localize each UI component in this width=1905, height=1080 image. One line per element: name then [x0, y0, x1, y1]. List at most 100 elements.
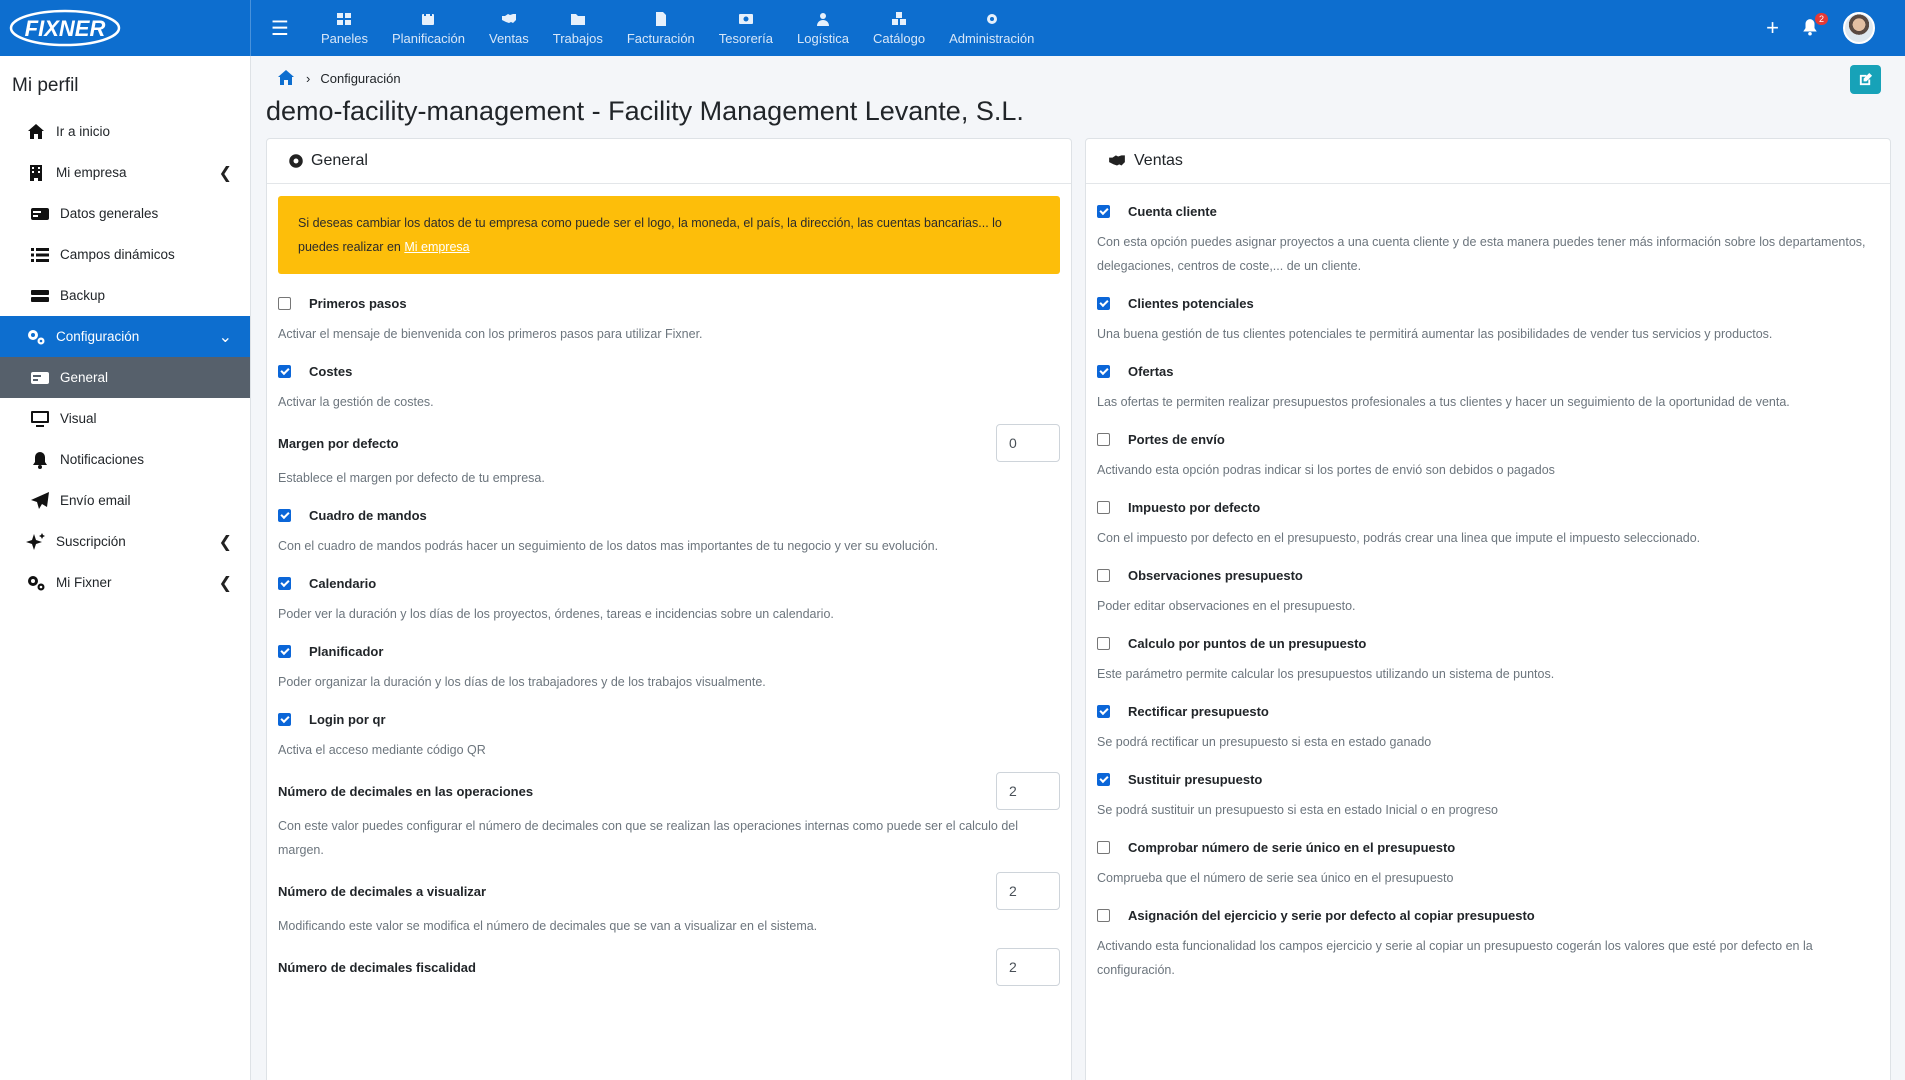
monitor-icon [31, 410, 49, 427]
general-card: General Si deseas cambiar los datos de t… [266, 138, 1072, 1080]
breadcrumb-current: Configuración [320, 70, 401, 86]
sidebar-item-backup[interactable]: Backup [0, 275, 250, 316]
option-label: Número de decimales fiscalidad [278, 959, 476, 975]
primeros-pasos-checkbox[interactable] [278, 296, 291, 310]
sustituir-presupuesto-checkbox[interactable] [1097, 772, 1110, 786]
option-label: Número de decimales a visualizar [278, 883, 487, 899]
nav-facturacion[interactable]: Facturación [615, 0, 707, 56]
breadcrumb: › Configuración [276, 68, 401, 88]
option-description: Se podrá rectificar un presupuesto si es… [1097, 735, 1432, 749]
mi-empresa-link[interactable]: Mi empresa [404, 240, 469, 254]
general-card-header: General [267, 139, 1071, 184]
sidebar-item-notificaciones[interactable]: Notificaciones [0, 439, 250, 480]
sidebar-title: Mi perfil [12, 75, 79, 96]
edit-button[interactable] [1850, 65, 1881, 94]
sidebar-item-label: Campos dinámicos [60, 247, 175, 262]
sidebar-item-envio-email[interactable]: Envío email [0, 480, 250, 521]
sidebar-item-visual[interactable]: Visual [0, 398, 250, 439]
user-avatar[interactable] [1843, 12, 1875, 44]
cuenta-cliente-checkbox[interactable] [1097, 204, 1110, 218]
sidebar-item-campos-dinamicos[interactable]: Campos dinámicos [0, 234, 250, 275]
home-icon[interactable] [276, 68, 296, 88]
option-description: Modificando este valor se modifica el nú… [278, 919, 818, 933]
fixner-logo: FIXNER [9, 9, 121, 47]
cuadro-mandos-checkbox[interactable] [278, 508, 291, 522]
breadcrumb-separator: › [306, 70, 311, 86]
asignacion-ejercicio-serie-checkbox[interactable] [1097, 908, 1110, 922]
sidebar-item-mi-fixner[interactable]: Mi Fixner ❮ [0, 562, 250, 603]
option-description: Poder organizar la duración y los días d… [278, 675, 766, 689]
company-info-alert: Si deseas cambiar los datos de tu empres… [278, 196, 1060, 274]
observaciones-presupuesto-checkbox[interactable] [1097, 568, 1110, 582]
sidebar-item-configuracion[interactable]: Configuración ⌄ [0, 316, 250, 357]
ventas-card-body: Cuenta cliente Con esta opción puedes as… [1086, 184, 1890, 982]
clientes-potenciales-checkbox[interactable] [1097, 296, 1110, 310]
nav-catalogo[interactable]: Catálogo [861, 0, 937, 56]
building-icon [30, 164, 42, 181]
option-description: Con el impuesto por defecto en el presup… [1097, 531, 1701, 545]
top-actions: + 2 [1766, 0, 1905, 56]
calendario-checkbox[interactable] [278, 576, 291, 590]
costes-checkbox[interactable] [278, 364, 291, 378]
nav-ventas[interactable]: Ventas [477, 0, 541, 56]
edit-icon [1859, 72, 1873, 86]
option-label: Calculo por puntos de un presupuesto [1128, 635, 1367, 651]
option-row: Clientes potenciales [1097, 288, 1879, 318]
option-label: Comprobar número de serie único en el pr… [1128, 839, 1456, 855]
option-row: Comprobar número de serie único en el pr… [1097, 832, 1879, 862]
add-button[interactable]: + [1766, 15, 1779, 41]
option-row: Rectificar presupuesto [1097, 696, 1879, 726]
option-description: Comprueba que el número de serie sea úni… [1097, 871, 1454, 885]
margen-defecto-input[interactable] [996, 424, 1060, 462]
sidebar-item-suscripcion[interactable]: Suscripción ❮ [0, 521, 250, 562]
calendar-icon [422, 11, 435, 25]
option-description: Con esta opción puedes asignar proyectos… [1097, 235, 1866, 273]
sidebar: Mi perfil Ir a inicio Mi empresa ❮ Datos… [0, 56, 251, 1080]
ofertas-checkbox[interactable] [1097, 364, 1110, 378]
sidebar-item-label: Mi empresa [56, 165, 127, 180]
decimales-visualizar-input[interactable] [996, 872, 1060, 910]
notifications-button[interactable]: 2 [1801, 13, 1828, 38]
sidebar-item-home[interactable]: Ir a inicio [0, 111, 250, 152]
option-label: Portes de envío [1128, 431, 1225, 447]
gear-icon [289, 154, 303, 168]
menu-toggle-icon[interactable]: ☰ [251, 0, 309, 56]
sidebar-item-mi-empresa[interactable]: Mi empresa ❮ [0, 152, 250, 193]
calculo-puntos-checkbox[interactable] [1097, 636, 1110, 650]
option-label: Login por qr [309, 711, 386, 727]
option-row: Asignación del ejercicio y serie por def… [1097, 900, 1879, 930]
sidebar-item-label: General [60, 370, 109, 385]
nav-planificacion[interactable]: Planificación [380, 0, 477, 56]
nav-label: Paneles [321, 30, 368, 46]
nav-trabajos[interactable]: Trabajos [541, 0, 615, 56]
planificador-checkbox[interactable] [278, 644, 291, 658]
option-label: Costes [309, 363, 353, 379]
option-description: Poder editar observaciones en el presupu… [1097, 599, 1356, 613]
nav-label: Catálogo [873, 30, 926, 46]
option-row: Cuenta cliente [1097, 196, 1879, 226]
ventas-card: Ventas Cuenta cliente Con esta opción pu… [1085, 138, 1891, 1080]
option-description: Activar la gestión de costes. [278, 395, 434, 409]
nav-administracion[interactable]: Administración [937, 0, 1046, 56]
nav-logistica[interactable]: Logística [785, 0, 861, 56]
decimales-operaciones-input[interactable] [996, 772, 1060, 810]
option-description: Poder ver la duración y los días de los … [278, 607, 834, 621]
nav-label: Planificación [391, 30, 465, 46]
nav-paneles[interactable]: Paneles [309, 0, 380, 56]
sidebar-item-general[interactable]: General [0, 357, 250, 398]
brand[interactable]: FIXNER [0, 0, 251, 56]
login-qr-checkbox[interactable] [278, 712, 291, 726]
id-card-icon [31, 207, 49, 220]
decimales-fiscalidad-input[interactable] [996, 948, 1060, 986]
svg-text:FIXNER: FIXNER [25, 16, 106, 41]
ventas-card-header: Ventas [1086, 139, 1890, 184]
sidebar-item-datos-generales[interactable]: Datos generales [0, 193, 250, 234]
list-icon [31, 247, 49, 262]
option-row: Costes [278, 356, 1060, 386]
option-label: Clientes potenciales [1128, 295, 1254, 311]
portes-envio-checkbox[interactable] [1097, 432, 1110, 446]
rectificar-presupuesto-checkbox[interactable] [1097, 704, 1110, 718]
nav-tesoreria[interactable]: Tesorería [707, 0, 785, 56]
numero-serie-unico-checkbox[interactable] [1097, 840, 1110, 854]
impuesto-defecto-checkbox[interactable] [1097, 500, 1110, 514]
